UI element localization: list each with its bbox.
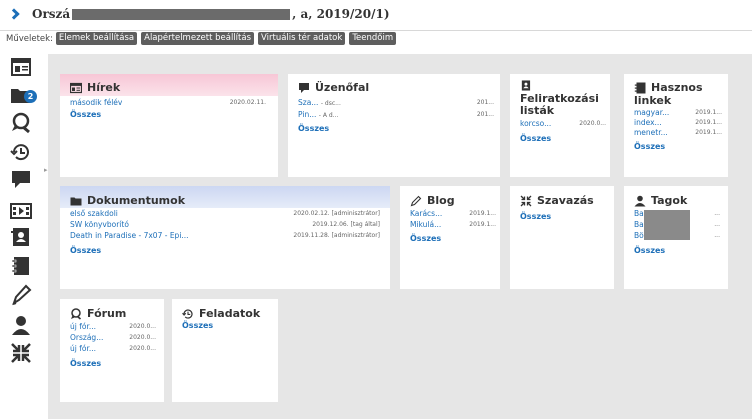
message-wall-icon [299, 82, 309, 93]
tasks-title: Feladatok [199, 307, 261, 320]
voting-card: Szavazás Összes [510, 186, 614, 289]
contacts-book-icon [521, 80, 531, 91]
notebook-icon [634, 82, 646, 93]
pen-icon [410, 195, 422, 206]
list-item[interactable]: második félév 2020.02.11. [70, 98, 266, 108]
pen-icon[interactable] [10, 284, 32, 306]
operations-toolbar: Műveletek: Elemek beállítása Alapértelme… [0, 30, 752, 46]
history-icon[interactable] [10, 141, 32, 163]
blog-all-link[interactable]: Összes [410, 234, 441, 243]
list-item[interactable]: Karács... 2019.1... [410, 209, 496, 219]
folder-icon[interactable]: 2 [10, 84, 37, 106]
members-card: Tagok Ba ... Ba ... Bö ... Összes [624, 186, 728, 289]
forum-all-link[interactable]: Összes [70, 359, 101, 368]
folder-icon [70, 197, 82, 205]
forum-card: Fórum új fór... 2020.0... Ország... 2020… [60, 299, 164, 402]
virtual-space-data-button[interactable]: Virtuális tér adatok [258, 32, 346, 45]
voting-all-link[interactable]: Összes [520, 212, 551, 221]
news-title: Hírek [87, 81, 121, 94]
blog-title: Blog [427, 194, 455, 207]
history-icon [182, 308, 193, 319]
list-item[interactable]: Death in Paradise - 7x07 - Epi... 2019.1… [70, 231, 380, 241]
subscription-lists-card: Feliratkozási listák korcso... 2020.0...… [510, 74, 610, 177]
useful-links-card: Hasznos linkek magyar... 2019.1... index… [624, 74, 728, 177]
list-item[interactable]: index... 2019.1... [634, 118, 722, 128]
message-wall-title: Üzenőfal [315, 81, 370, 94]
chat-icon[interactable] [10, 168, 32, 190]
dashboard-icon[interactable] [10, 56, 32, 78]
operations-label: Műveletek: [6, 33, 53, 44]
title-prefix: Orszá [32, 7, 71, 21]
todo-button[interactable]: Teendőim [349, 32, 397, 45]
user-icon [634, 195, 646, 206]
tasks-all-link[interactable]: Összes [182, 321, 213, 330]
subscription-lists-title: Feliratkozási listák [520, 92, 599, 117]
tasks-card: Feladatok Összes [172, 299, 278, 402]
search-icon [71, 307, 82, 320]
list-item[interactable]: új fór... 2020.0... [70, 344, 156, 354]
expand-arrow-icon[interactable] [8, 8, 20, 20]
title-suffix: , a, 2019/20/1) [292, 7, 390, 21]
news-card: Hírek második félév 2020.02.11. Összes [60, 74, 278, 177]
list-item[interactable]: korcso... 2020.0... [520, 119, 606, 129]
user-icon[interactable] [10, 314, 32, 336]
voting-title: Szavazás [537, 194, 594, 207]
message-wall-card: Üzenőfal Sza... - dsc... 201... Pin... -… [288, 74, 500, 177]
list-item[interactable]: Mikulá... 2019.1... [410, 220, 496, 230]
useful-links-title: linkek [634, 94, 672, 107]
documents-all-link[interactable]: Összes [70, 246, 101, 255]
collapse-icon[interactable] [10, 342, 32, 364]
sidebar-collapse-arrow-icon[interactable]: ▸ [44, 166, 48, 174]
news-icon [70, 82, 82, 93]
folder-badge: 2 [24, 90, 37, 103]
title-bar: Orszá , a, 2019/20/1) [0, 0, 752, 28]
list-item[interactable]: magyar... 2019.1... [634, 108, 722, 118]
redacted-title-block [72, 8, 291, 20]
notebook-icon[interactable] [10, 255, 32, 277]
default-settings-button[interactable]: Alapértelmezett beállítás [141, 32, 255, 45]
useful-links-all-link[interactable]: Összes [634, 142, 665, 151]
contacts-book-icon[interactable] [10, 226, 32, 248]
forum-title: Fórum [87, 307, 127, 320]
news-all-link[interactable]: Összes [70, 110, 101, 119]
list-item[interactable]: menetr... 2019.1... [634, 128, 722, 138]
list-item[interactable]: új fór... 2020.0... [70, 322, 156, 332]
useful-links-title-1: Hasznos [651, 81, 703, 94]
message-wall-all-link[interactable]: Összes [298, 124, 329, 133]
list-item[interactable]: Ország... 2020.0... [70, 333, 156, 343]
list-item[interactable]: első szakdoli 2020.02.12. [adminisztráto… [70, 209, 380, 219]
search-icon[interactable] [10, 112, 32, 134]
element-settings-button[interactable]: Elemek beállítása [55, 32, 138, 45]
list-item[interactable]: Sza... - dsc... 201... [298, 98, 494, 109]
dashboard-panel: Hírek második félév 2020.02.11. Összes Ü… [48, 54, 752, 419]
list-item[interactable]: SW könyvborító 2019.12.06. [tag által] [70, 220, 380, 230]
film-icon[interactable] [10, 200, 32, 222]
members-title: Tagok [651, 194, 688, 207]
subscription-lists-all-link[interactable]: Összes [520, 134, 551, 143]
list-item[interactable]: Pin... - A d... 201... [298, 110, 494, 121]
sidebar: 2 ▸ [0, 48, 48, 419]
blog-card: Blog Karács... 2019.1... Mikulá... 2019.… [400, 186, 500, 289]
collapse-icon [520, 195, 532, 206]
members-all-link[interactable]: Összes [634, 246, 665, 255]
documents-card: Dokumentumok első szakdoli 2020.02.12. [… [60, 186, 390, 289]
documents-title: Dokumentumok [87, 194, 186, 207]
redacted-members-block [644, 210, 690, 240]
